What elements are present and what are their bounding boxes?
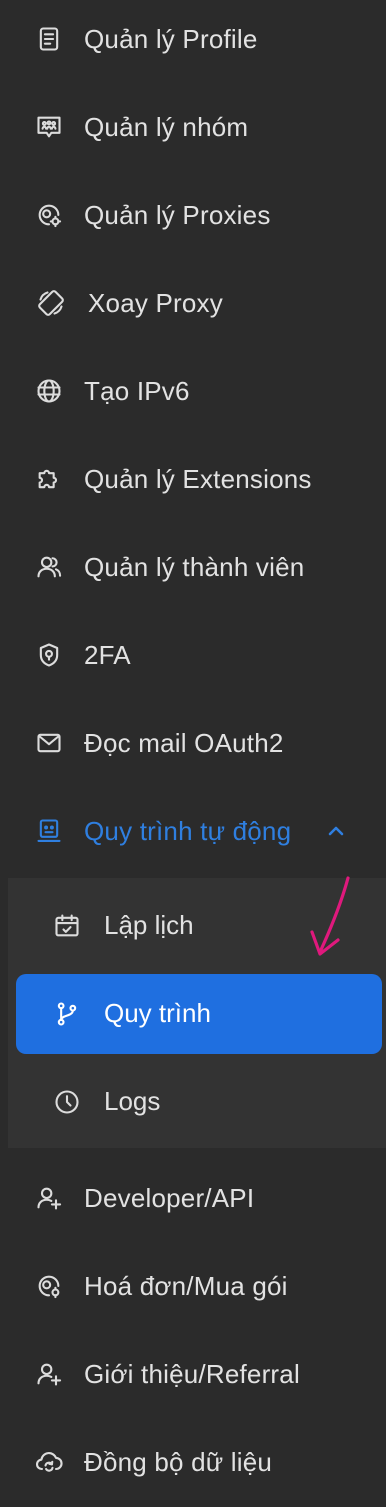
referral-icon xyxy=(34,1359,64,1389)
sidebar-item-automation[interactable]: Quy trình tự động xyxy=(0,799,386,863)
chevron-up-icon[interactable] xyxy=(326,821,346,841)
clock-icon xyxy=(52,1087,82,1117)
submenu-item-label: Logs xyxy=(104,1086,161,1116)
group-icon xyxy=(34,112,64,142)
invoice-icon xyxy=(34,1271,64,1301)
submenu-item-workflow[interactable]: Quy trình xyxy=(16,974,382,1054)
sidebar-item-oauth-mail[interactable]: Đọc mail OAuth2 xyxy=(0,711,386,775)
sidebar-item-2fa[interactable]: 2FA xyxy=(0,623,386,687)
sidebar-item-label: Quản lý Extensions xyxy=(84,463,312,494)
sidebar-item-members[interactable]: Quản lý thành viên xyxy=(0,535,386,599)
sidebar-item-rotate-proxy[interactable]: Xoay Proxy xyxy=(0,271,386,335)
sidebar-item-label: Tạo IPv6 xyxy=(84,375,190,406)
sidebar-item-label: Quản lý nhóm xyxy=(84,111,249,142)
sidebar-item-proxies[interactable]: Quản lý Proxies xyxy=(0,183,386,247)
submenu-item-label: Quy trình xyxy=(104,998,211,1028)
sidebar-item-billing[interactable]: Hoá đơn/Mua gói xyxy=(0,1254,386,1318)
sidebar-item-label: Quản lý Proxies xyxy=(84,199,271,230)
rotate-icon xyxy=(36,288,66,318)
sidebar-item-profile[interactable]: Quản lý Profile xyxy=(0,7,386,71)
sidebar-item-label: Hoá đơn/Mua gói xyxy=(84,1270,288,1301)
sidebar-item-groups[interactable]: Quản lý nhóm xyxy=(0,95,386,159)
annotation-arrow-icon xyxy=(310,876,350,956)
sidebar-item-label: Đọc mail OAuth2 xyxy=(84,727,284,758)
sidebar: Quản lý Profile Quản lý nhóm Quản lý Pro… xyxy=(0,0,386,1507)
puzzle-icon xyxy=(34,464,64,494)
robot-icon xyxy=(34,816,64,846)
sidebar-item-label: Developer/API xyxy=(84,1182,255,1213)
cloud-sync-icon xyxy=(34,1447,64,1477)
shield-icon xyxy=(34,640,64,670)
git-branch-icon xyxy=(52,999,82,1029)
globe-icon xyxy=(34,376,64,406)
document-icon xyxy=(34,24,64,54)
proxy-icon xyxy=(34,200,64,230)
mail-icon xyxy=(34,728,64,758)
user-plus-icon xyxy=(34,1183,64,1213)
sidebar-item-label: Quản lý Profile xyxy=(84,23,258,54)
sidebar-item-developer-api[interactable]: Developer/API xyxy=(0,1166,386,1230)
users-icon xyxy=(34,552,64,582)
sidebar-item-label: Giới thiệu/Referral xyxy=(84,1358,300,1389)
sidebar-item-data-sync[interactable]: Đồng bộ dữ liệu xyxy=(0,1430,386,1494)
sidebar-item-referral[interactable]: Giới thiệu/Referral xyxy=(0,1342,386,1406)
calendar-icon xyxy=(52,911,82,941)
sidebar-item-label: Xoay Proxy xyxy=(88,287,223,318)
sidebar-item-label: Quản lý thành viên xyxy=(84,551,305,582)
submenu-item-label: Lập lịch xyxy=(104,910,194,940)
sidebar-item-extensions[interactable]: Quản lý Extensions xyxy=(0,447,386,511)
sidebar-item-label: Quy trình tự động xyxy=(84,815,292,846)
submenu-item-logs[interactable]: Logs xyxy=(8,1070,386,1134)
sidebar-item-ipv6[interactable]: Tạo IPv6 xyxy=(0,359,386,423)
sidebar-item-label: Đồng bộ dữ liệu xyxy=(84,1446,273,1477)
sidebar-item-label: 2FA xyxy=(84,639,131,670)
